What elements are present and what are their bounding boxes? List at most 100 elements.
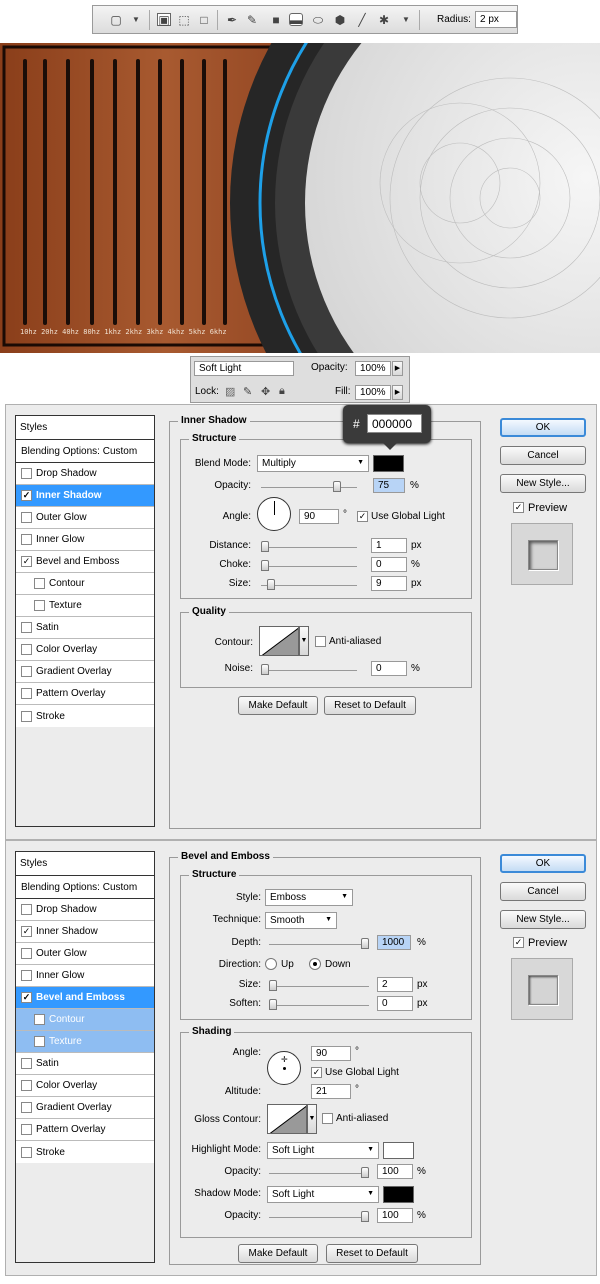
slider-thumb[interactable] [261,664,269,675]
anti-aliased-checkbox[interactable] [315,636,326,647]
cancel-button[interactable]: Cancel [500,446,586,465]
cancel-button[interactable]: Cancel [500,882,586,901]
highlight-mode-select[interactable]: Soft Light [267,1142,379,1159]
ellipse-icon[interactable]: ⬭ [311,13,325,26]
size-slider[interactable] [261,579,357,590]
checkbox[interactable]: ✓ [21,556,32,567]
checkbox[interactable] [21,1124,32,1135]
preview-checkbox[interactable]: ✓ [513,937,524,948]
bevel-style-select[interactable]: Emboss [265,889,353,906]
noise-input[interactable]: 0 [371,661,407,676]
checkbox[interactable] [21,1058,32,1069]
style-item-contour[interactable]: Contour [16,573,154,595]
altitude-input[interactable]: 21 [311,1084,351,1099]
style-item-drop-shadow[interactable]: Drop Shadow [16,899,154,921]
reset-default-button[interactable]: Reset to Default [324,696,416,715]
chevron-down-icon[interactable]: ▼ [299,626,309,656]
distance-input[interactable]: 1 [371,538,407,553]
slider-thumb[interactable] [267,579,275,590]
freeform-pen-icon[interactable]: ✎ [245,13,259,26]
style-item-bevel-emboss[interactable]: ✓ Bevel and Emboss [16,987,154,1009]
slider-thumb[interactable] [269,980,277,991]
angle-input[interactable]: 90 [311,1046,351,1061]
line-icon[interactable]: ╱ [355,13,369,26]
global-light-checkbox[interactable]: ✓ [357,511,368,522]
style-item-satin[interactable]: Satin [16,617,154,639]
lock-transparent-icon[interactable]: ▨ [225,385,235,398]
preview-checkbox[interactable]: ✓ [513,502,524,513]
checkbox[interactable] [21,534,32,545]
reset-default-button[interactable]: Reset to Default [326,1244,418,1263]
checkbox[interactable]: ✓ [21,992,32,1003]
checkbox[interactable] [21,512,32,523]
highlight-color-swatch[interactable] [383,1142,414,1159]
pen-icon[interactable]: ✒ [225,13,239,26]
checkbox[interactable]: ✓ [21,490,32,501]
slider-thumb[interactable] [261,541,269,552]
style-item-satin[interactable]: Satin [16,1053,154,1075]
checkbox[interactable] [21,970,32,981]
rounded-rect-preset-icon[interactable]: ▢ [109,13,123,26]
chevron-down-icon[interactable]: ▼ [307,1104,317,1134]
checkbox[interactable] [21,688,32,699]
direction-down-radio[interactable] [309,958,321,970]
fill-arrow-icon[interactable]: ▶ [392,385,403,400]
shape-layers-icon[interactable]: ▣ [157,13,171,26]
highlight-opacity-slider[interactable] [269,1167,369,1178]
soften-input[interactable]: 0 [377,996,413,1011]
checkbox[interactable] [21,666,32,677]
blend-mode-select[interactable]: Multiply [257,455,369,472]
style-item-inner-glow[interactable]: Inner Glow [16,529,154,551]
radius-input[interactable]: 2 px [475,11,517,28]
style-item-stroke[interactable]: Stroke [16,1141,154,1163]
style-item-texture[interactable]: Texture [16,1031,154,1053]
hex-input[interactable]: 000000 [367,414,422,433]
slider-thumb[interactable] [361,938,369,949]
checkbox[interactable] [21,1146,32,1158]
make-default-button[interactable]: Make Default [238,1244,318,1263]
fill-pixels-icon[interactable]: □ [197,13,211,26]
style-item-gradient-overlay[interactable]: Gradient Overlay [16,1097,154,1119]
checkbox[interactable] [21,904,32,915]
rounded-rectangle-icon[interactable]: ▬ [289,13,303,26]
opacity-arrow-icon[interactable]: ▶ [392,361,403,376]
layer-opacity-input[interactable]: 100% [355,361,391,376]
size-input[interactable]: 9 [371,576,407,591]
depth-slider[interactable] [269,938,369,949]
highlight-opacity-input[interactable]: 100 [377,1164,413,1179]
style-item-gradient-overlay[interactable]: Gradient Overlay [16,661,154,683]
rectangle-icon[interactable]: ■ [269,13,283,26]
checkbox[interactable] [34,1036,45,1047]
chevron-down-icon[interactable]: ▼ [399,13,413,26]
shadow-opacity-input[interactable]: 100 [377,1208,413,1223]
size-input[interactable]: 2 [377,977,413,992]
shadow-color-swatch[interactable] [373,455,404,472]
opacity-input[interactable]: 75 [373,478,405,493]
checkbox[interactable] [34,578,45,589]
shadow-opacity-slider[interactable] [269,1211,369,1222]
blending-options[interactable]: Blending Options: Custom [16,440,154,463]
custom-shape-icon[interactable]: ✱ [377,13,391,26]
depth-input[interactable]: 1000 [377,935,411,950]
new-style-button[interactable]: New Style... [500,910,586,929]
checkbox[interactable] [21,468,32,479]
global-light-checkbox[interactable]: ✓ [311,1067,322,1078]
slider-thumb[interactable] [333,481,341,492]
blending-options[interactable]: Blending Options: Custom [16,876,154,899]
checkbox[interactable] [21,644,32,655]
checkbox[interactable] [21,622,32,633]
angle-dial[interactable] [257,497,291,531]
style-item-inner-shadow[interactable]: ✓ Inner Shadow [16,485,154,507]
blend-mode-select[interactable]: Soft Light [194,361,294,376]
direction-up-radio[interactable] [265,958,277,970]
style-item-texture[interactable]: Texture [16,595,154,617]
technique-select[interactable]: Smooth [265,912,337,929]
style-item-bevel-emboss[interactable]: ✓ Bevel and Emboss [16,551,154,573]
slider-thumb[interactable] [269,999,277,1010]
checkbox[interactable] [21,1080,32,1091]
noise-slider[interactable] [261,664,357,675]
distance-slider[interactable] [261,541,357,552]
choke-input[interactable]: 0 [371,557,407,572]
size-slider[interactable] [269,980,369,991]
choke-slider[interactable] [261,560,357,571]
